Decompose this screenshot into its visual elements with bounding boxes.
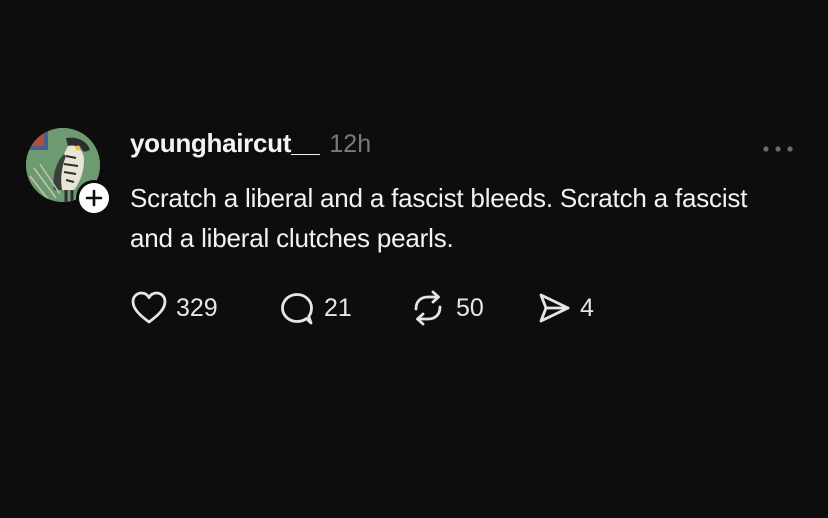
send-paper-plane-icon [539,293,570,323]
post-body-text: Scratch a liberal and a fascist bleeds. … [130,183,748,253]
username-link[interactable]: younghaircut__ [130,128,320,159]
plus-icon [85,189,103,207]
follow-button[interactable] [76,180,112,216]
post-header: younghaircut__ 12h [130,128,371,159]
repost-arrows-icon [414,290,442,326]
thread-post: younghaircut__ 12h Scratch a liberal and… [0,0,828,518]
like-count: 329 [176,293,218,322]
reply-count: 21 [324,293,352,322]
more-dots-icon [763,146,793,152]
repost-count: 50 [456,293,484,322]
reply-button[interactable]: 21 [278,286,352,330]
share-button[interactable]: 4 [536,286,594,330]
heart-icon [131,291,167,324]
like-button[interactable]: 329 [130,286,218,330]
comment-bubble-icon [281,293,313,325]
avatar-container [26,128,112,216]
post-timestamp[interactable]: 12h [329,130,371,159]
more-options-button[interactable] [760,140,796,158]
share-count: 4 [580,293,594,322]
repost-button[interactable]: 50 [408,286,484,330]
